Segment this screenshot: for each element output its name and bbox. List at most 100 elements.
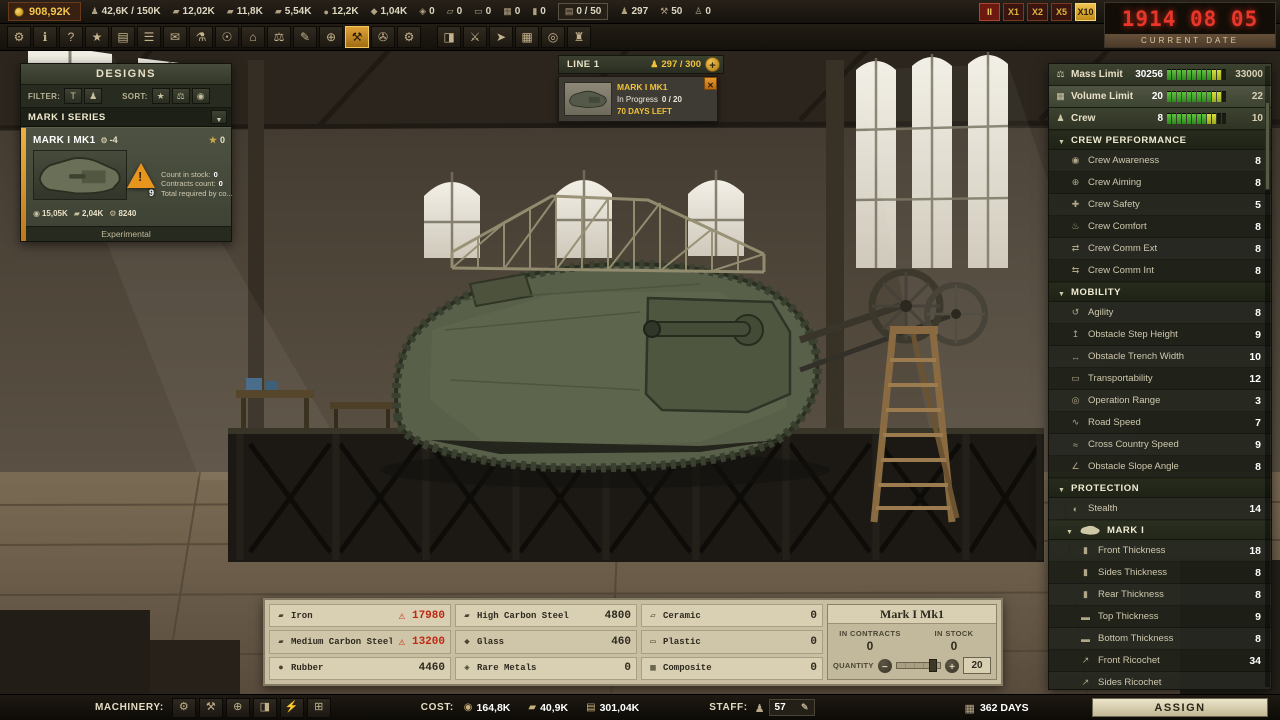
- blueprint-icon[interactable]: ✎: [293, 26, 317, 48]
- testing-ground-icon[interactable]: ◎: [541, 26, 565, 48]
- section-mark-i[interactable]: MARK I: [1049, 520, 1271, 540]
- stat-row: ▬ Bottom Thickness 8: [1049, 628, 1271, 650]
- designs-panel: DESIGNS FILTER: T ♟ SORT: ★ ⚖ ◉: [20, 63, 232, 242]
- resource-value: 0: [540, 6, 546, 17]
- mill-icon[interactable]: ◨: [253, 698, 277, 718]
- speed-x1-button[interactable]: X1: [1003, 3, 1024, 21]
- cancel-production-button[interactable]: [704, 77, 717, 90]
- parts-icon[interactable]: ⚙: [397, 26, 421, 48]
- cost-item: ▰ 40,9K: [528, 702, 568, 714]
- welder-icon[interactable]: ⚡: [280, 698, 304, 718]
- resource-item: ◆ 1,04K: [371, 6, 408, 17]
- world-map-icon[interactable]: ☉: [215, 26, 239, 48]
- sort-mass-icon[interactable]: ⚖: [172, 88, 190, 104]
- sort-glyph: ⚖: [177, 92, 185, 101]
- filter-class-icon[interactable]: ♟: [84, 88, 102, 104]
- scrollbar-thumb[interactable]: [1265, 102, 1270, 190]
- resource-item: ▤ 0 / 50: [558, 3, 609, 20]
- section-mobility[interactable]: MOBILITY: [1049, 282, 1271, 302]
- filter-label: FILTER:: [28, 92, 60, 101]
- section-crew-performance[interactable]: CREW PERFORMANCE: [1049, 130, 1271, 150]
- toolbar-glyph: ✉: [170, 31, 180, 43]
- achievements-icon[interactable]: ★: [85, 26, 109, 48]
- filter-type-icon[interactable]: T: [64, 88, 82, 104]
- stat-value: 9: [1255, 329, 1261, 341]
- quantity-increase-button[interactable]: [945, 659, 959, 673]
- tank-thumbnail-image: [34, 154, 126, 196]
- quantity-slider[interactable]: [896, 662, 941, 669]
- cross-country-speed-icon: ≈: [1069, 440, 1082, 450]
- resource-item: ▭ 0: [474, 6, 491, 17]
- contracts-icon[interactable]: ⚖: [267, 26, 291, 48]
- line-item[interactable]: MARK I MK1 In Progress0 / 20 70 DAYS LEF…: [558, 76, 718, 122]
- machine-glyph: ⊞: [314, 702, 323, 713]
- sort-cost-icon[interactable]: ◉: [192, 88, 210, 104]
- glass-icon: ◆: [461, 637, 473, 647]
- chevron-down-icon: [216, 110, 223, 125]
- stat-value: 7: [1255, 417, 1261, 429]
- material-value: 4800: [605, 610, 631, 622]
- workshop-icon[interactable]: ⚒: [345, 26, 369, 48]
- cost-list: ◉ 164,8K ▰ 40,9K ▤ 301,04K: [464, 702, 639, 714]
- ledger-icon[interactable]: ☰: [137, 26, 161, 48]
- paint-shop-icon[interactable]: ✇: [371, 26, 395, 48]
- engine-lab-icon[interactable]: ◨: [437, 26, 461, 48]
- help-icon[interactable]: ?: [59, 26, 83, 48]
- logistics-icon[interactable]: ➤: [489, 26, 513, 48]
- stat-row: ≈ Cross Country Speed 9: [1049, 434, 1271, 456]
- tank-designer-icon[interactable]: ⊕: [319, 26, 343, 48]
- staff-count-field[interactable]: 57: [769, 699, 815, 716]
- speed-x5-button[interactable]: X5: [1051, 3, 1072, 21]
- research-icon[interactable]: ⚗: [189, 26, 213, 48]
- mail-icon[interactable]: ✉: [163, 26, 187, 48]
- series-header[interactable]: MARK I SERIES: [21, 108, 231, 127]
- lathe-icon[interactable]: ⚙: [172, 698, 196, 718]
- series-collapse-button[interactable]: [211, 110, 227, 124]
- crane-icon[interactable]: ⊞: [307, 698, 331, 718]
- press-icon[interactable]: ⚒: [199, 698, 223, 718]
- resource-chip: ▰ 2,04K: [74, 209, 104, 218]
- pause-button[interactable]: II: [979, 3, 1000, 21]
- museum-icon[interactable]: ♜: [567, 26, 591, 48]
- line-capacity: 297 / 300: [650, 59, 701, 70]
- slider-handle[interactable]: [929, 659, 937, 672]
- speed-x10-button[interactable]: X10: [1075, 3, 1096, 21]
- headquarters-icon[interactable]: ⌂: [241, 26, 265, 48]
- rare-metals-icon: ◈: [461, 663, 473, 673]
- limit-bar: [1167, 113, 1226, 124]
- armament-icon[interactable]: ⚔: [463, 26, 487, 48]
- quantity-decrease-button[interactable]: [878, 659, 892, 673]
- material-row: ▰ Medium Carbon Steel ⚠ 13200: [269, 630, 451, 653]
- staff-value: 57: [775, 702, 786, 713]
- assign-button[interactable]: ASSIGN: [1092, 698, 1268, 717]
- resource-value: 50: [671, 6, 682, 17]
- scrollbar[interactable]: [1265, 66, 1270, 687]
- add-production-button[interactable]: [705, 57, 720, 72]
- design-card[interactable]: MARK I MK1 -4 0: [21, 127, 231, 241]
- material-value: 13200: [412, 636, 445, 648]
- settings-icon[interactable]: ⚙: [7, 26, 31, 48]
- stat-label: Operation Range: [1088, 395, 1249, 406]
- bottom-bar: MACHINERY: ⚙ ⚒ ⊕ ◨ ⚡ ⊞ COST: ◉ 164,8K ▰: [0, 694, 1280, 720]
- sort-rating-icon[interactable]: ★: [152, 88, 170, 104]
- stat-value: 0: [219, 179, 223, 188]
- material-name: High Carbon Steel: [477, 611, 585, 621]
- stat-label: Front Thickness: [1098, 545, 1243, 556]
- drill-icon[interactable]: ⊕: [226, 698, 250, 718]
- stat-label: Bottom Thickness: [1098, 633, 1249, 644]
- material-value: 17980: [412, 610, 445, 622]
- line-item-progress: In Progress0 / 20: [617, 95, 703, 104]
- cost-value: 40,9K: [540, 702, 568, 714]
- speed-x2-button[interactable]: X2: [1027, 3, 1048, 21]
- sides-ricochet-icon: ↗: [1079, 677, 1092, 688]
- info-icon[interactable]: ℹ: [33, 26, 57, 48]
- materials-column-2: ▰ High Carbon Steel 4800 ◆ Glass 460 ◈ R…: [455, 604, 637, 680]
- limits-list: ⚖ Mass Limit 30256 33000 ▦ Volume Limit …: [1049, 64, 1271, 130]
- storage-icon[interactable]: ▦: [515, 26, 539, 48]
- limit-max: 10: [1230, 113, 1263, 124]
- design-stats: Count in stock:0 Contracts count:0 Total…: [155, 150, 236, 200]
- statistics-icon[interactable]: ▤: [111, 26, 135, 48]
- section-protection[interactable]: PROTECTION: [1049, 478, 1271, 498]
- filter-sort-row: FILTER: T ♟ SORT: ★ ⚖ ◉: [21, 85, 231, 108]
- calendar-icon: [965, 699, 975, 717]
